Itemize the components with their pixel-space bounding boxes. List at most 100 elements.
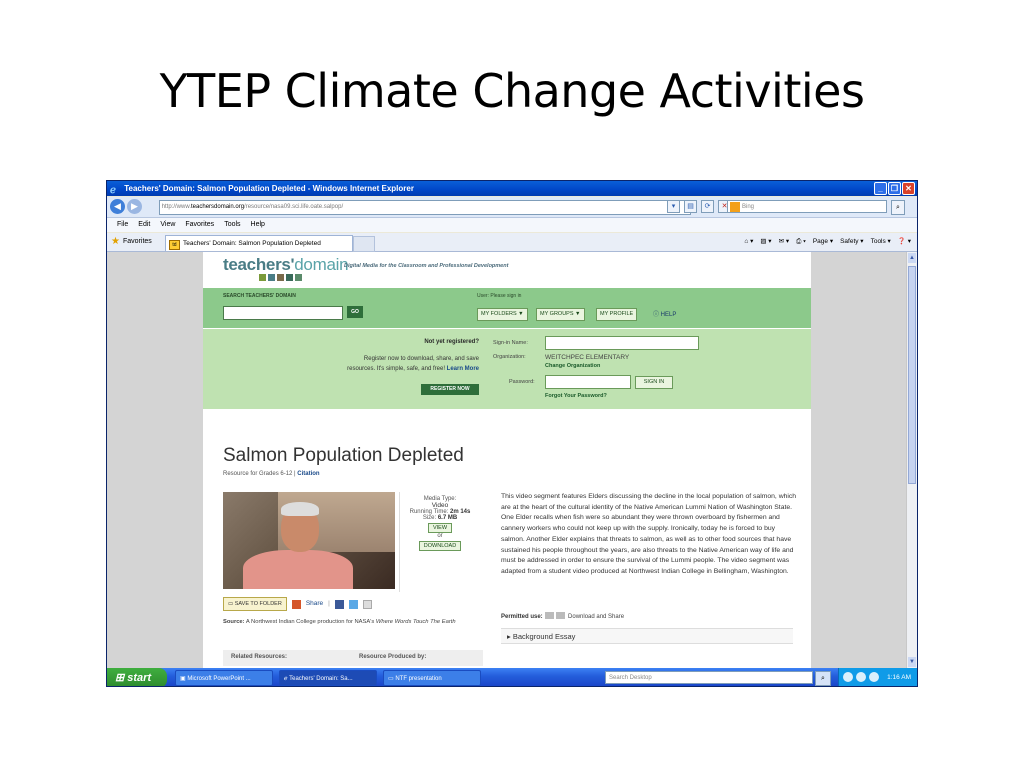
favorites-bar: ★ Favorites td Teachers' Domain: Salmon P… (107, 233, 917, 252)
browser-screenshot: ℯ Teachers' Domain: Salmon Population De… (106, 180, 918, 687)
menu-edit[interactable]: Edit (138, 218, 150, 232)
resource-source: Source: A Northwest Indian College produ… (223, 618, 483, 627)
logo-domain: domain (294, 255, 349, 274)
taskbar-item-browser[interactable]: ℯ Teachers' Domain: Sa... (279, 670, 377, 686)
page-menu[interactable]: Page ▾ (813, 233, 833, 251)
new-tab-button[interactable] (353, 236, 375, 252)
menu-file[interactable]: File (117, 218, 128, 232)
window-title-bar[interactable]: ℯ Teachers' Domain: Salmon Population De… (107, 181, 917, 196)
share-icon[interactable] (291, 599, 301, 609)
close-button[interactable]: ✕ (902, 182, 915, 195)
twitter-icon[interactable] (348, 599, 358, 609)
email-icon[interactable] (362, 599, 372, 609)
tray-search-icon[interactable] (856, 672, 866, 682)
tray-icons (843, 672, 879, 682)
source-title: Where Words Touch The Earth (375, 619, 456, 625)
video-thumbnail[interactable] (223, 492, 395, 589)
address-toolbar: ◀ ▶ http://www.teachersdomain.org/resour… (107, 197, 917, 218)
my-folders-button[interactable]: MY FOLDERS ▼ (477, 308, 528, 321)
logo-teachers: teachers' (223, 255, 295, 274)
related-resources-label: Related Resources: (231, 654, 288, 660)
print-icon[interactable]: ⎙ ▾ (796, 233, 806, 251)
command-bar: ⌂ ▾ ▨ ▾ ✉ ▾ ⎙ ▾ Page ▾ Safety ▾ Tools ▾ … (744, 233, 911, 251)
address-actions: ▾ ▤ ⟳ ✕ (667, 200, 731, 213)
vertical-scrollbar[interactable]: ▲ ▼ (906, 252, 917, 668)
tray-clock: 1:16 AM (887, 674, 911, 681)
tools-menu[interactable]: Tools ▾ (871, 233, 891, 251)
search-icon[interactable]: ⌕ (891, 200, 905, 215)
address-bar[interactable]: http://www.teachersdomain.org/resource/n… (159, 200, 691, 215)
share-link[interactable]: Share (306, 598, 323, 610)
signin-button[interactable]: SIGN IN (635, 376, 673, 389)
desktop-search-icon[interactable]: ⌕ (815, 671, 831, 686)
organization-value: WEITCHPEC ELEMENTARY (545, 354, 630, 361)
tray-volume-icon[interactable] (869, 672, 879, 682)
start-button[interactable]: ⊞ start (107, 668, 167, 686)
register-now-button[interactable]: REGISTER NOW (421, 384, 479, 395)
bing-icon (730, 202, 740, 212)
citation-link[interactable]: Citation (297, 471, 319, 477)
tab-favicon-icon: td (169, 240, 180, 250)
site-search-input[interactable] (223, 306, 343, 320)
taskbar-item-folder[interactable]: ▭ NTF presentation (383, 670, 481, 686)
refresh-icon[interactable]: ⟳ (701, 200, 714, 213)
menu-bar: File Edit View Favorites Tools Help (107, 218, 917, 232)
menu-tools[interactable]: Tools (224, 218, 240, 232)
feeds-icon[interactable]: ▨ ▾ (760, 233, 771, 251)
scroll-up-icon[interactable]: ▲ (908, 253, 916, 263)
address-prefix: http://www. (161, 204, 192, 210)
go-button[interactable]: GO (347, 306, 363, 318)
resource-actions: ▭ SAVE TO FOLDER Share | (223, 597, 372, 611)
web-page: teachers'domain Digital Media for the Cl… (203, 252, 811, 668)
signin-name-label: Sign-in Name: (493, 340, 528, 346)
search-box[interactable]: Bing (727, 200, 887, 213)
change-organization-link[interactable]: Change Organization (545, 363, 600, 369)
dropdown-icon[interactable]: ▾ (667, 200, 680, 213)
site-logo[interactable]: teachers'domain (223, 255, 349, 275)
mail-icon[interactable]: ✉ ▾ (779, 233, 790, 251)
help-label: HELP (660, 312, 677, 318)
window-title: Teachers' Domain: Salmon Population Depl… (124, 184, 414, 193)
logo-square (268, 274, 275, 281)
my-profile-button[interactable]: MY PROFILE (596, 308, 638, 321)
compatibility-icon[interactable]: ▤ (684, 200, 697, 213)
minimize-button[interactable]: _ (874, 182, 887, 195)
back-arrow-icon[interactable]: ◀ (110, 199, 125, 214)
download-button[interactable]: DOWNLOAD (418, 541, 462, 551)
safety-menu[interactable]: Safety ▾ (840, 233, 864, 251)
taskbar-item-powerpoint[interactable]: ▣ Microsoft PowerPoint ... (175, 670, 273, 686)
home-icon[interactable]: ⌂ ▾ (744, 233, 753, 251)
password-input[interactable] (545, 375, 631, 389)
menu-view[interactable]: View (160, 218, 175, 232)
signin-name-input[interactable] (545, 336, 699, 350)
tray-network-icon[interactable] (843, 672, 853, 682)
logo-square (259, 274, 266, 281)
tab-active[interactable]: td Teachers' Domain: Salmon Population De… (165, 235, 353, 251)
desktop-search-input[interactable]: Search Desktop (605, 671, 813, 684)
favorites-star-icon[interactable]: ★ (111, 233, 120, 251)
forward-arrow-icon[interactable]: ▶ (127, 199, 142, 214)
logo-square (295, 274, 302, 281)
scroll-down-icon[interactable]: ▼ (908, 657, 916, 667)
view-button[interactable]: VIEW (427, 523, 453, 533)
learn-more-link[interactable]: Learn More (447, 366, 479, 372)
menu-favorites[interactable]: Favorites (185, 218, 214, 232)
search-placeholder: Bing (742, 204, 755, 210)
address-domain: teachersdomain.org (191, 204, 245, 210)
ie-logo-icon: ℯ (110, 185, 116, 196)
desktop-search-placeholder: Search Desktop (609, 675, 652, 681)
maximize-button[interactable]: ❐ (888, 182, 901, 195)
background-essay-toggle[interactable]: ▸ Background Essay (501, 628, 793, 644)
register-line2-wrap: resources. It's simple, safe, and free! … (273, 366, 479, 372)
favorites-button[interactable]: Favorites (123, 233, 152, 251)
register-line1: Register now to download, share, and sav… (363, 356, 479, 362)
scroll-thumb[interactable] (908, 266, 916, 484)
facebook-icon[interactable] (334, 599, 344, 609)
help-icon[interactable]: ❓ ▾ (898, 233, 911, 251)
help-link[interactable]: ⓘ HELP (653, 309, 676, 318)
forgot-password-link[interactable]: Forgot Your Password? (545, 393, 607, 399)
menu-help[interactable]: Help (251, 218, 265, 232)
my-groups-button[interactable]: MY GROUPS ▼ (536, 308, 585, 321)
save-to-folder-button[interactable]: ▭ SAVE TO FOLDER (223, 597, 287, 611)
register-line2: resources. It's simple, safe, and free! (347, 366, 445, 372)
